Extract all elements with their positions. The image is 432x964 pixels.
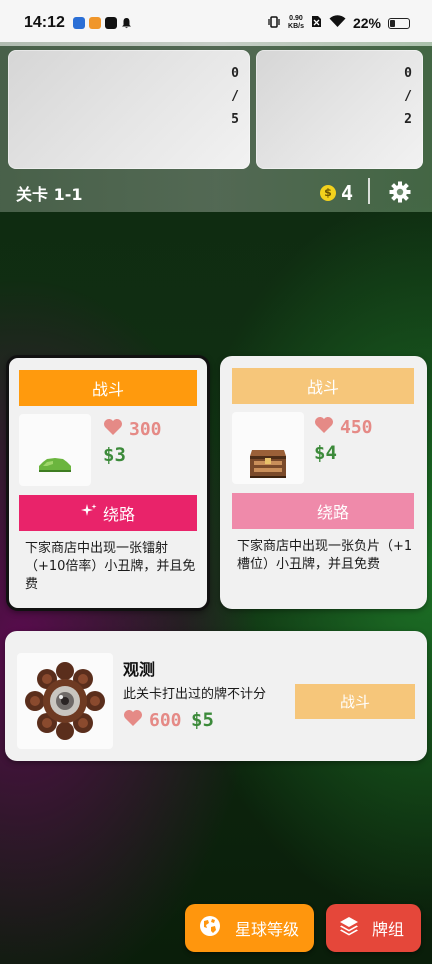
detour-button[interactable]: 绕路 xyxy=(19,495,197,531)
detour-description: 下家商店中出现一张镭射（+10倍率）小丑牌，并且免费 xyxy=(25,541,196,592)
green-slime-icon xyxy=(19,458,91,490)
level-label: 关卡 1-1 xyxy=(16,185,83,204)
heart-icon xyxy=(314,416,334,438)
network-speed-unit: KB/s xyxy=(288,23,304,30)
boss-blind-card[interactable]: 观测 此关卡打出过的牌不计分 600 $5 战斗 xyxy=(5,631,427,761)
reward-price: $5 xyxy=(191,709,214,731)
detour-button[interactable]: 绕路 xyxy=(232,493,414,529)
hp-value: 300 xyxy=(129,418,162,440)
boss-portrait xyxy=(17,653,113,749)
boss-name: 观测 xyxy=(123,660,156,679)
heart-icon xyxy=(123,709,143,731)
bell-icon xyxy=(121,14,132,33)
consumable-count-current: 0 xyxy=(404,66,412,81)
divider xyxy=(368,178,370,204)
joker-slots[interactable]: 0 / 5 xyxy=(8,50,250,169)
layers-icon xyxy=(338,915,360,941)
reward-price: $3 xyxy=(103,444,126,466)
app-notification-icon-blue xyxy=(72,17,85,29)
blind-card-small[interactable]: 战斗 300 $3 绕路 下家商店中出现一张镭射（+10倍率）小丑牌，并且免费 xyxy=(6,355,210,611)
consumable-slots[interactable]: 0 / 2 xyxy=(256,50,423,169)
planet-level-button[interactable]: 星球等级 xyxy=(185,904,314,952)
joker-count-separator: / xyxy=(231,89,239,104)
hp-display: 600 xyxy=(123,709,182,731)
status-bar: 14:12 0.90 KB/s 22% xyxy=(0,0,432,46)
gold-amount: 4 xyxy=(341,181,354,205)
network-speed: 0.90 KB/s xyxy=(288,15,304,31)
hp-display: 300 xyxy=(103,418,162,440)
joker-count-max: 5 xyxy=(231,112,239,127)
gold-display: $ 4 xyxy=(320,181,353,205)
hp-display: 450 xyxy=(314,416,373,438)
joker-count-current: 0 xyxy=(231,66,239,81)
heart-icon xyxy=(103,418,123,440)
status-time: 14:12 xyxy=(24,14,65,31)
reward-price: $4 xyxy=(314,442,337,464)
network-speed-value: 0.90 xyxy=(289,15,303,22)
hp-value: 600 xyxy=(149,709,182,731)
boss-fight-button[interactable]: 战斗 xyxy=(295,684,415,719)
fight-button[interactable]: 战斗 xyxy=(232,368,414,404)
top-panel: 0 / 5 0 / 2 关卡 1-1 $ 4 xyxy=(0,42,432,212)
sparkle-icon xyxy=(80,503,97,523)
detour-label: 绕路 xyxy=(316,503,349,522)
no-sim-icon xyxy=(311,15,322,31)
moon-icon xyxy=(297,501,311,521)
battery-percent: 22% xyxy=(352,15,381,31)
joker-slot-count: 0 / 5 xyxy=(228,66,242,127)
vibrate-icon xyxy=(267,15,281,32)
gear-icon[interactable] xyxy=(388,180,412,204)
boss-description: 此关卡打出过的牌不计分 xyxy=(123,687,267,702)
consumable-slot-count: 0 / 2 xyxy=(401,66,415,127)
planet-level-label: 星球等级 xyxy=(235,920,300,939)
fight-button[interactable]: 战斗 xyxy=(19,370,197,406)
detour-label: 绕路 xyxy=(102,505,135,524)
battery-icon xyxy=(388,17,410,29)
detour-description: 下家商店中出现一张负片（+1槽位）小丑牌，并且免费 xyxy=(237,539,413,572)
app-notification-icon-orange xyxy=(88,17,101,29)
treasure-chest-mimic-icon xyxy=(232,450,304,488)
deck-label: 牌组 xyxy=(372,920,405,939)
eye-boss-icon xyxy=(17,662,113,753)
coin-icon: $ xyxy=(320,185,336,201)
blind-card-big[interactable]: 战斗 450 $4 绕路 下家商店中出现一张负片（+1槽位）小丑牌，并且免费 xyxy=(220,356,427,609)
wifi-icon xyxy=(329,15,346,31)
hp-value: 450 xyxy=(340,416,373,438)
tiktok-icon xyxy=(104,17,117,29)
consumable-count-separator: / xyxy=(404,89,412,104)
globe-icon xyxy=(199,915,221,941)
deck-button[interactable]: 牌组 xyxy=(326,904,421,952)
monster-portrait xyxy=(19,414,91,486)
monster-portrait xyxy=(232,412,304,484)
consumable-count-max: 2 xyxy=(404,112,412,127)
notification-icons xyxy=(72,14,132,33)
